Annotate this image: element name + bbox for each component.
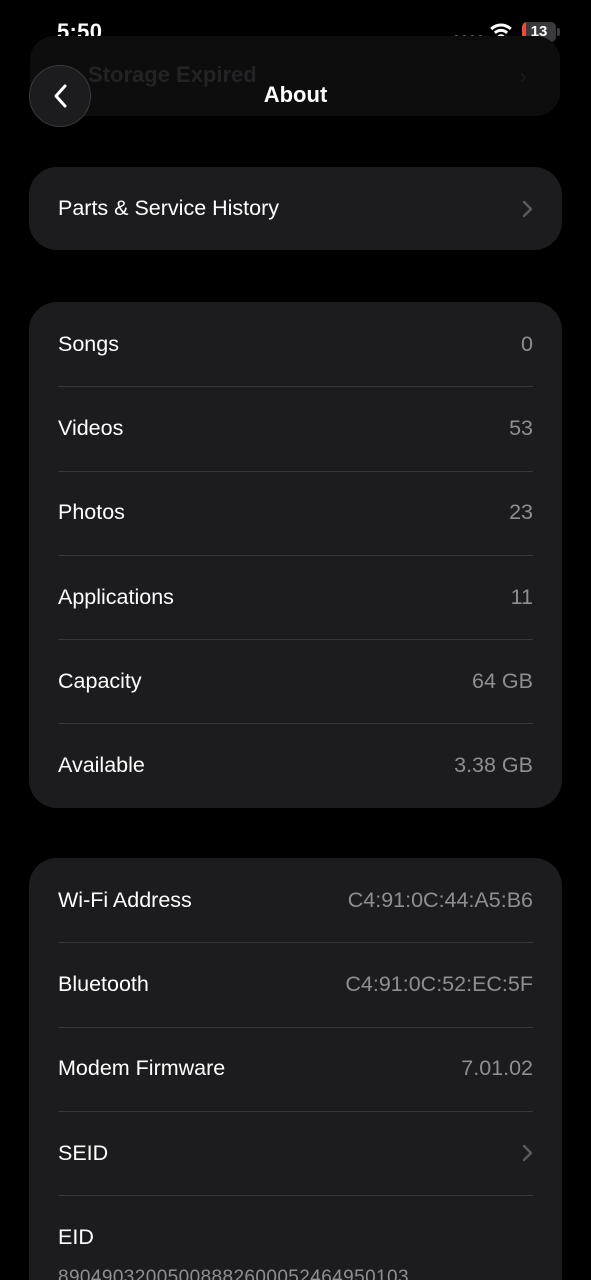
parts-service-group: Parts & Service History [29, 167, 562, 250]
row-label: Capacity [58, 668, 142, 693]
row-label: Photos [58, 500, 125, 525]
songs-row: Songs 0 [29, 302, 562, 386]
row-value: 7.01.02 [461, 1056, 533, 1081]
row-label: SEID [58, 1140, 109, 1165]
row-value: 23 [509, 500, 533, 525]
eid-row: EID 89049032005008882600052464950103 [29, 1195, 562, 1280]
row-label: Modem Firmware [58, 1056, 226, 1081]
row-label: Wi-Fi Address [58, 887, 192, 912]
row-value: 0 [521, 331, 533, 356]
seid-row[interactable]: SEID [29, 1110, 562, 1195]
available-row: Available 3.38 GB [29, 723, 562, 807]
capacity-row: Capacity 64 GB [29, 639, 562, 723]
row-label: Available [58, 753, 145, 778]
row-value: C4:91:0C:52:EC:5F [345, 971, 533, 996]
wifi-address-row: Wi-Fi Address C4:91:0C:44:A5:B6 [29, 858, 562, 942]
row-value: 64 GB [472, 668, 533, 693]
network-info-group: Wi-Fi Address C4:91:0C:44:A5:B6 Bluetoot… [29, 858, 562, 1280]
row-value: 3.38 GB [454, 753, 533, 778]
eid-value: 89049032005008882600052464950103 [58, 1267, 409, 1280]
modem-firmware-row: Modem Firmware 7.01.02 [29, 1026, 562, 1111]
row-label: Parts & Service History [58, 196, 280, 220]
chevron-right-icon [522, 200, 533, 217]
photos-row: Photos 23 [29, 470, 562, 555]
bluetooth-row: Bluetooth C4:91:0C:52:EC:5F [29, 942, 562, 1026]
row-label: Applications [58, 584, 174, 609]
chevron-right-icon [522, 1144, 533, 1162]
media-info-group: Songs 0 Videos 53 Photos 23 Applications… [29, 302, 562, 808]
about-screen: 5:50 13 Storage Expired › About Parts & … [0, 0, 591, 1280]
row-value: 53 [509, 415, 533, 440]
applications-row: Applications 11 [29, 554, 562, 639]
row-label: Songs [58, 331, 119, 356]
row-label: Bluetooth [58, 971, 149, 996]
row-label: EID [58, 1225, 94, 1250]
videos-row: Videos 53 [29, 386, 562, 470]
row-value: C4:91:0C:44:A5:B6 [347, 887, 533, 912]
parts-service-history-row[interactable]: Parts & Service History [29, 167, 562, 250]
row-label: Videos [58, 415, 124, 440]
page-title: About [263, 82, 328, 107]
row-value: 11 [510, 584, 533, 609]
